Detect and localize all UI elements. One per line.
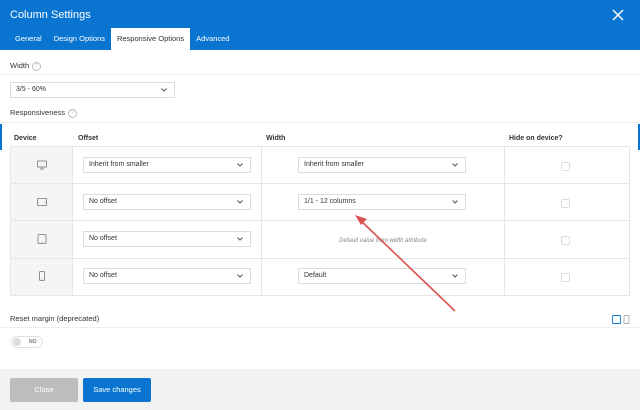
toggle-text: NO [29,339,37,345]
width-value: 1/1 - 12 columns [304,198,356,205]
offset-value: No offset [89,272,117,279]
chevron-down-icon [452,274,458,278]
chevron-down-icon [237,274,243,278]
close-button[interactable]: Close [10,378,78,402]
header-hide-on-device: Hide on device? [509,135,563,142]
offset-select-tablet-portrait[interactable]: No offset [83,231,251,247]
close-icon[interactable] [610,7,626,23]
hide-checkbox-tablet-portrait[interactable] [561,236,570,245]
header-device: Device [14,135,37,142]
tab-responsive-options[interactable]: Responsive Options [110,28,191,50]
table-row-divider [10,258,630,259]
hide-checkbox-mobile[interactable] [561,273,570,282]
help-icon[interactable]: ? [32,61,42,71]
divider [0,327,640,328]
desktop-icon [37,160,47,170]
tab-bar: General Design Options Responsive Option… [9,28,235,50]
mobile-icon [39,271,45,281]
table-col-divider [261,146,262,295]
mobile-view-icon[interactable] [623,315,630,324]
table-col-divider [10,146,11,295]
width-value: Default [304,272,327,279]
save-changes-button[interactable]: Save changes [83,378,151,402]
dialog-title: Column Settings [10,9,91,21]
responsiveness-label: Responsiveness [10,108,66,117]
table-row-divider [10,220,630,221]
width-select-desktop[interactable]: Inherit from smaller [298,157,466,173]
tablet-portrait-icon [37,234,47,244]
chevron-down-icon [452,163,458,167]
width-select-value: 3/5 - 60% [16,86,46,93]
responsiveness-section-label: Responsiveness? [10,108,78,118]
help-icon[interactable]: ? [68,108,78,118]
offset-select-tablet-landscape[interactable]: No offset [83,194,251,210]
toggle-knob [13,338,21,346]
table-col-divider [504,146,505,295]
divider [0,122,640,123]
table-row-divider [10,183,630,184]
tablet-landscape-icon [37,198,47,206]
reset-margin-toggle[interactable]: NO [11,336,43,348]
table-row-divider [10,295,630,296]
tab-advanced[interactable]: Advanced [190,28,235,50]
width-select-tablet-landscape[interactable]: 1/1 - 12 columns [298,194,466,210]
offset-value: No offset [89,235,117,242]
header-offset: Offset [78,135,99,142]
table-row-divider [10,146,630,147]
hide-checkbox-desktop[interactable] [561,162,570,171]
chevron-down-icon [237,237,243,241]
width-label: Width [10,61,30,70]
offset-value: Inherit from smaller [89,161,149,168]
default-width-note: Default value from width attribute [339,238,427,244]
width-section-label: Width? [10,61,42,71]
table-col-divider [629,146,630,295]
width-select-mobile[interactable]: Default [298,268,466,284]
width-select[interactable]: 3/5 - 60% [10,82,175,98]
header-width: Width [266,135,286,142]
divider [0,74,640,75]
offset-select-desktop[interactable]: Inherit from smaller [83,157,251,173]
left-edge-accent [0,124,2,150]
chevron-down-icon [161,88,167,92]
hide-checkbox-tablet-landscape[interactable] [561,199,570,208]
tab-design-options[interactable]: Design Options [48,28,111,50]
chevron-down-icon [237,200,243,204]
tab-general[interactable]: General [9,28,48,50]
column-settings-dialog: Column Settings General Design Options R… [0,0,640,410]
tablet-view-icon[interactable] [612,315,621,324]
offset-value: No offset [89,198,117,205]
offset-select-mobile[interactable]: No offset [83,268,251,284]
width-value: Inherit from smaller [304,161,364,168]
table-col-divider [72,146,73,295]
chevron-down-icon [452,200,458,204]
chevron-down-icon [237,163,243,167]
reset-margin-label: Reset margin (deprecated) [10,314,100,323]
dialog-titlebar: Column Settings General Design Options R… [0,0,640,50]
